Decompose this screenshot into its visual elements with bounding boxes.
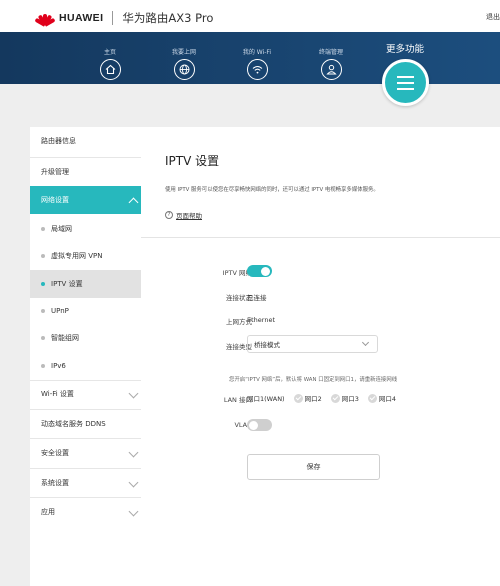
top-bar: HUAWEI 华为路由AX3 Pro 退出	[0, 0, 500, 32]
sidebar-item-lan[interactable]: 局域网	[30, 215, 141, 243]
port-3[interactable]: 网口3	[330, 393, 359, 403]
product-name: 华为路由AX3 Pro	[122, 11, 214, 25]
sidebar: 路由器信息 升级管理 网络设置 局域网 虚拟专用网 VPN IPTV 设置 UP…	[30, 127, 141, 586]
port-4-label: 网口4	[378, 395, 397, 403]
sidebar-item-label: 安全设置	[41, 449, 69, 457]
sidebar-item-router-info[interactable]: 路由器信息	[30, 127, 141, 155]
sidebar-item-label: 升级管理	[41, 168, 69, 176]
connection-type-select[interactable]: 桥接模式	[247, 335, 378, 353]
sidebar-item-mesh[interactable]: 智能组网	[30, 324, 141, 352]
status-value: 已连接	[247, 294, 267, 302]
page-title: IPTV 设置	[165, 154, 220, 168]
nav-home-label: 主页	[103, 49, 116, 56]
user-icon	[320, 59, 342, 80]
sidebar-item-upgrade[interactable]: 升级管理	[30, 158, 141, 186]
logo-divider	[112, 11, 114, 25]
home-icon	[99, 59, 121, 80]
nav-devices-label: 终端管理	[318, 49, 343, 56]
port-1-label: 网口1(WAN)	[247, 395, 285, 403]
sidebar-item-label: 路由器信息	[41, 137, 76, 145]
port-1: 网口1(WAN)	[247, 393, 285, 403]
port-3-label: 网口3	[341, 395, 359, 403]
help-link[interactable]: ? 页面帮助	[165, 210, 202, 220]
logout-link[interactable]: 退出	[486, 12, 500, 22]
divider	[141, 237, 500, 238]
sidebar-item-wifi[interactable]: Wi-Fi 设置	[30, 380, 141, 408]
globe-icon	[173, 59, 195, 80]
wifi-icon	[246, 59, 268, 80]
nav-internet-label: 我要上网	[171, 49, 196, 56]
vlan-toggle[interactable]	[247, 419, 272, 431]
port-2[interactable]: 网口2	[293, 393, 322, 403]
page-description: 使用 IPTV 服务可以使您在尽享畅快网络的同时，还可以通过 IPTV 电视畅享…	[165, 187, 379, 193]
sidebar-item-label: UPnP	[51, 307, 69, 315]
sidebar-item-apps[interactable]: 应用	[30, 498, 141, 526]
sidebar-item-label: IPTV 设置	[51, 280, 83, 288]
port-2-label: 网口2	[304, 395, 322, 403]
sidebar-item-upnp[interactable]: UPnP	[30, 297, 141, 325]
sidebar-item-system[interactable]: 系统设置	[30, 469, 141, 497]
main-panel: IPTV 设置 使用 IPTV 服务可以使您在尽享畅快网络的同时，还可以通过 I…	[141, 127, 500, 586]
chevron-down-icon	[128, 477, 139, 488]
port-4[interactable]: 网口4	[367, 393, 397, 403]
chevron-up-icon	[128, 197, 139, 208]
chevron-down-icon	[128, 447, 139, 458]
menu-icon[interactable]	[382, 59, 429, 106]
sidebar-item-label: 系统设置	[41, 479, 69, 487]
question-icon: ?	[165, 211, 173, 219]
huawei-logo: HUAWEI 华为路由AX3 Pro	[34, 10, 214, 27]
chevron-down-icon	[128, 506, 139, 517]
save-button[interactable]: 保存	[247, 454, 380, 480]
nav-internet[interactable]: 我要上网	[154, 47, 214, 80]
brand-name: HUAWEI	[59, 12, 104, 24]
check-icon	[293, 393, 303, 403]
sidebar-item-security[interactable]: 安全设置	[30, 439, 141, 467]
chevron-down-icon	[361, 338, 370, 347]
sidebar-item-ipv6[interactable]: IPv6	[30, 352, 141, 380]
iptv-toggle[interactable]	[247, 265, 272, 277]
chevron-down-icon	[128, 388, 139, 399]
nav-wifi-label: 我的 Wi-Fi	[242, 49, 272, 56]
sidebar-item-label: 网络设置	[41, 196, 69, 204]
check-icon	[367, 393, 377, 403]
sidebar-item-ddns[interactable]: 动态域名服务 DDNS	[30, 410, 141, 438]
nav-home[interactable]: 主页	[80, 47, 140, 80]
sidebar-item-label: 虚拟专用网 VPN	[51, 252, 103, 260]
sidebar-item-label: 智能组网	[51, 334, 79, 342]
sidebar-item-iptv[interactable]: IPTV 设置	[30, 270, 141, 298]
nav-more-label[interactable]: 更多功能	[377, 41, 433, 55]
nav-wifi[interactable]: 我的 Wi-Fi	[227, 47, 287, 80]
huawei-flower-icon	[34, 12, 56, 27]
sidebar-item-vpn[interactable]: 虚拟专用网 VPN	[30, 242, 141, 270]
sidebar-item-label: 应用	[41, 508, 55, 516]
nav-devices[interactable]: 终端管理	[301, 47, 361, 80]
access-value: Ethernet	[247, 316, 275, 324]
iptv-note: 您开启“IPTV 网络”后，默认将 WAN 口固定到网口1，请重新连接网线	[229, 377, 398, 383]
sidebar-item-label: Wi-Fi 设置	[41, 390, 74, 398]
sidebar-item-label: 动态域名服务 DDNS	[41, 420, 106, 428]
check-icon	[330, 393, 340, 403]
lan-ports: 网口1(WAN) 网口2 网口3 网口4	[247, 393, 405, 403]
connection-type-value: 桥接模式	[254, 341, 280, 349]
sidebar-item-label: 局域网	[51, 225, 72, 233]
help-label: 页面帮助	[176, 212, 202, 220]
sidebar-item-network[interactable]: 网络设置	[30, 186, 141, 214]
sidebar-item-label: IPv6	[51, 362, 66, 370]
